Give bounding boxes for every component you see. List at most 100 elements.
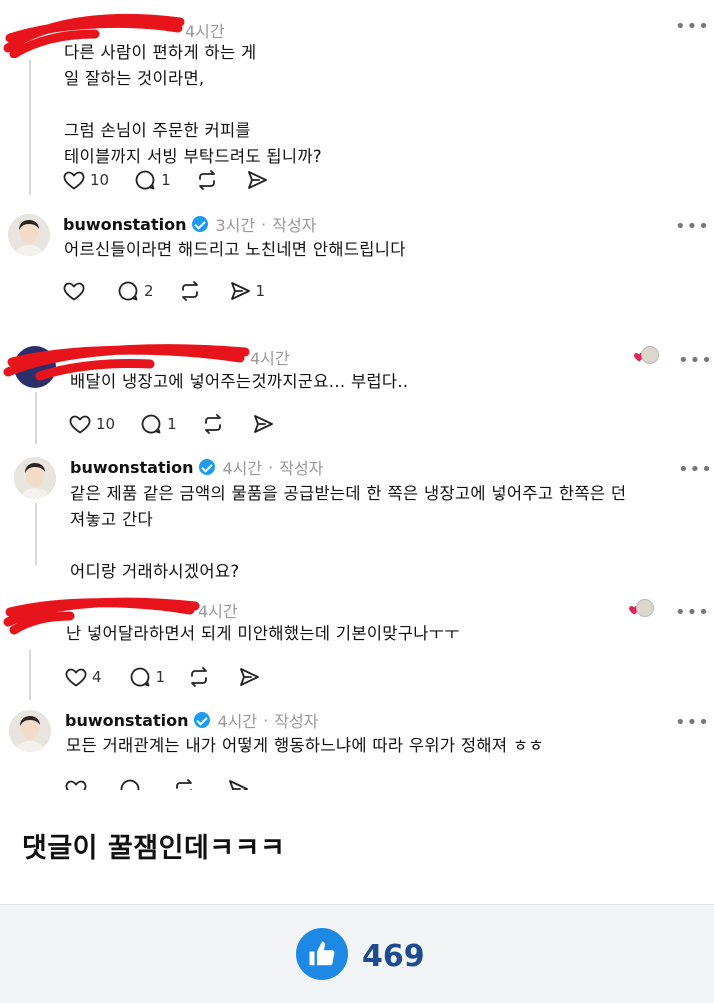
repost-icon xyxy=(172,777,196,790)
share-icon xyxy=(251,412,275,436)
like-button[interactable] xyxy=(64,777,88,790)
heart-icon xyxy=(62,279,86,303)
share-button[interactable] xyxy=(237,665,261,689)
username[interactable]: buwonstation xyxy=(70,458,194,477)
reply-count: 1 xyxy=(167,415,177,433)
reply-count: 2 xyxy=(144,282,154,300)
thread-line xyxy=(29,650,31,700)
heart-icon xyxy=(64,665,88,689)
reply-count: 1 xyxy=(155,668,166,686)
verified-icon xyxy=(193,712,210,728)
comment-meta: buwonstation 4시간 · 작성자 xyxy=(65,708,318,732)
author-tag: 작성자 xyxy=(272,216,317,235)
avatar xyxy=(636,599,654,617)
reply-button[interactable]: 1 xyxy=(133,168,171,192)
like-button[interactable]: 10 xyxy=(62,168,109,192)
more-icon[interactable]: ••• xyxy=(675,714,710,732)
comment-meta: buwonstation 3시간 · 작성자 xyxy=(63,212,316,236)
repost-button[interactable] xyxy=(201,412,225,436)
share-button[interactable] xyxy=(251,412,275,436)
like-count: 10 xyxy=(96,415,116,433)
share-button[interactable] xyxy=(226,777,250,790)
comment-meta: buwonstation 4시간 · 작성자 xyxy=(70,455,323,479)
like-button[interactable]: 4 xyxy=(64,665,102,689)
comment-icon xyxy=(128,665,152,689)
username[interactable]: buwonstation xyxy=(65,711,189,730)
repost-button[interactable] xyxy=(172,777,196,790)
avatar[interactable] xyxy=(8,214,50,256)
like-button[interactable]: 10 xyxy=(68,412,115,436)
avatar[interactable] xyxy=(14,457,56,499)
thread-line xyxy=(35,392,37,444)
repost-icon xyxy=(178,279,202,303)
comment-actions: 2 1 xyxy=(62,277,265,305)
comment-icon xyxy=(133,168,157,192)
reply-count: 1 xyxy=(161,171,171,189)
verified-icon xyxy=(191,216,208,232)
thumbs-up-icon xyxy=(309,941,335,966)
author-tag: 작성자 xyxy=(274,712,319,731)
reply-button[interactable]: 1 xyxy=(128,665,166,689)
share-icon xyxy=(237,665,261,689)
comment-time: 3시간 xyxy=(215,216,256,235)
more-icon[interactable]: ••• xyxy=(675,18,710,36)
comment-actions: 10 1 xyxy=(68,410,275,438)
like-count: 10 xyxy=(90,171,110,189)
username[interactable]: buwonstation xyxy=(63,215,187,234)
comment-time: 4시간 xyxy=(217,712,258,731)
heart-icon xyxy=(64,777,88,790)
repost-button[interactable] xyxy=(195,168,219,192)
repost-icon xyxy=(201,412,225,436)
threads-screenshot: 4시간 ••• 다른 사람이 편하게 하는 게 일 잘하는 것이라면, 그럼 손… xyxy=(0,0,714,790)
verified-icon xyxy=(198,459,215,475)
like-count: 4 xyxy=(92,668,102,686)
more-icon[interactable]: ••• xyxy=(675,218,710,236)
more-icon[interactable]: ••• xyxy=(675,604,710,622)
share-count: 1 xyxy=(255,282,266,300)
separator: · xyxy=(263,710,269,730)
heart-icon xyxy=(62,168,86,192)
comment-text: 같은 제품 같은 금액의 물품을 공급받는데 한 쪽은 냉장고에 넣어주고 한쪽… xyxy=(70,484,627,581)
comment-actions: 10 1 xyxy=(62,166,269,194)
comment-icon xyxy=(118,777,142,790)
reply-button[interactable]: 1 xyxy=(139,412,177,436)
comment-icon xyxy=(116,279,140,303)
repost-icon xyxy=(195,168,219,192)
like-button[interactable] xyxy=(296,928,348,980)
more-icon[interactable]: ••• xyxy=(678,352,713,370)
comment-text: 모든 거래관계는 내가 어떻게 행동하느냐에 따라 우위가 정해져 ㅎㅎ xyxy=(66,736,544,755)
liked-by-author xyxy=(633,346,659,368)
post-caption: 댓글이 꿀잼인데ㅋㅋㅋ xyxy=(22,833,286,864)
comment-time: 4시간 xyxy=(185,22,225,41)
comment-text: 배달이 냉장고에 넣어주는것까지군요... 부럽다.. xyxy=(70,372,409,391)
comment-time: 4시간 xyxy=(250,349,290,368)
comment-time: 4시간 xyxy=(222,459,263,478)
avatar xyxy=(641,346,659,364)
share-icon xyxy=(228,279,252,303)
author-tag: 작성자 xyxy=(279,459,324,478)
thread-line xyxy=(29,60,31,195)
liked-by-author xyxy=(628,599,654,621)
heart-icon xyxy=(68,412,92,436)
footer-like-bar: 469 xyxy=(0,904,714,1003)
comment-time: 4시간 xyxy=(198,602,238,621)
share-button[interactable] xyxy=(245,168,269,192)
reply-button[interactable] xyxy=(118,777,142,790)
share-icon xyxy=(226,777,250,790)
comment-icon xyxy=(139,412,163,436)
share-icon xyxy=(245,168,269,192)
separator: · xyxy=(268,457,274,477)
like-count: 469 xyxy=(362,939,425,974)
like-button[interactable] xyxy=(62,279,86,303)
repost-button[interactable] xyxy=(178,279,202,303)
comment-text: 난 넣어달라하면서 되게 미안해했는데 기본이맞구나ㅜㅜ xyxy=(66,624,460,643)
comment-actions xyxy=(64,775,250,790)
more-icon[interactable]: ••• xyxy=(678,461,713,479)
avatar[interactable] xyxy=(9,710,51,752)
repost-icon xyxy=(187,665,211,689)
comment-text: 어르신들이라면 해드리고 노친네면 안해드립니다 xyxy=(64,240,406,259)
repost-button[interactable] xyxy=(187,665,211,689)
comment-actions: 4 1 xyxy=(64,663,261,691)
share-button[interactable]: 1 xyxy=(228,279,266,303)
reply-button[interactable]: 2 xyxy=(116,279,154,303)
